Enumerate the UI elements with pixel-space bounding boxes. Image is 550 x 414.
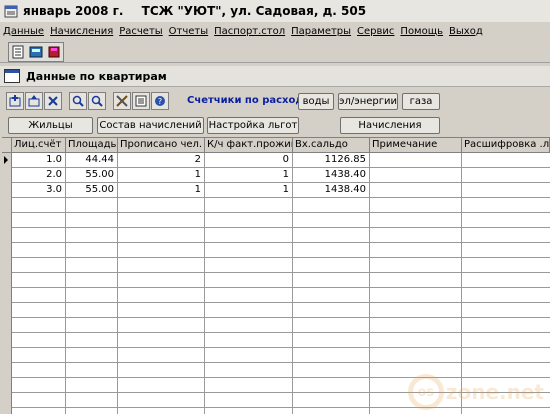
main-toolbar <box>0 40 550 63</box>
cell-registered[interactable]: 1 <box>118 183 204 197</box>
toolbar-button-group <box>8 42 64 62</box>
cell-actual-residents[interactable]: 0 <box>205 153 292 167</box>
table-window-icon <box>4 69 20 83</box>
cell-opening-balance[interactable]: 1438.40 <box>293 168 369 182</box>
gas-counter-button[interactable]: газа <box>402 93 440 110</box>
watermark-text: zone.net <box>445 380 544 404</box>
charges-button[interactable]: Начисления <box>340 117 440 134</box>
electricity-counter-button[interactable]: эл/энергии <box>338 93 398 110</box>
section-title: Данные по квартирам <box>26 69 167 83</box>
menu-passport-desk[interactable]: Паспорт.стол <box>211 26 288 37</box>
menu-reports[interactable]: Отчеты <box>166 26 211 37</box>
cell-area[interactable]: 55.00 <box>66 168 117 182</box>
current-row-arrow-icon <box>4 156 8 164</box>
column-header-benefits-details[interactable]: Расшифровка .ль <box>462 138 550 152</box>
list-icon[interactable] <box>132 92 150 110</box>
grid-header: Лиц.счёт Площадь Прописано чел. К/ч факт… <box>2 138 550 153</box>
menu-charges[interactable]: Начисления <box>47 26 116 37</box>
column-header-actual-residents[interactable]: К/ч факт.прожив <box>205 138 293 152</box>
water-counter-button[interactable]: воды <box>298 93 334 110</box>
title-org: ТСЖ "УЮТ", ул. Садовая, д. 505 <box>141 4 367 18</box>
title-period: январь 2008 г. <box>23 4 124 18</box>
column-header-opening-balance[interactable]: Вх.сальдо <box>293 138 370 152</box>
insert-record-icon[interactable] <box>25 92 43 110</box>
column-header-note[interactable]: Примечание <box>370 138 462 152</box>
charges-composition-button[interactable]: Состав начислений <box>97 117 204 134</box>
search-icon[interactable] <box>69 92 87 110</box>
cell-actual-residents[interactable]: 1 <box>205 168 292 182</box>
menu-bar: Данные Начисления Расчеты Отчеты Паспорт… <box>0 22 550 41</box>
menu-parameters[interactable]: Параметры <box>288 26 354 37</box>
header-indicator <box>2 138 12 152</box>
cell-registered[interactable]: 2 <box>118 153 204 167</box>
menu-help[interactable]: Помощь <box>397 26 446 37</box>
svg-text:?: ? <box>158 97 162 106</box>
menu-service[interactable]: Сервис <box>354 26 397 37</box>
book-icon[interactable] <box>46 44 62 60</box>
cell-registered[interactable]: 1 <box>118 168 204 182</box>
find-next-icon[interactable] <box>88 92 106 110</box>
cell-account[interactable]: 1.0 <box>12 153 65 167</box>
delete-record-icon[interactable] <box>44 92 62 110</box>
cell-actual-residents[interactable]: 1 <box>205 183 292 197</box>
tools-icon[interactable] <box>113 92 131 110</box>
watermark-circle: os <box>407 374 444 410</box>
cell-area[interactable]: 44.44 <box>66 153 117 167</box>
apartments-grid[interactable]: Лиц.счёт Площадь Прописано чел. К/ч факт… <box>2 137 550 414</box>
help-icon[interactable]: ? <box>151 92 169 110</box>
counters-label: Счетчики по расходу <box>187 95 310 106</box>
cell-account[interactable]: 2.0 <box>12 168 65 182</box>
cell-opening-balance[interactable]: 1126.85 <box>293 153 369 167</box>
window-title: январь 2008 г. ТСЖ "УЮТ", ул. Садовая, д… <box>23 4 380 18</box>
calculator-icon[interactable] <box>28 44 44 60</box>
cell-area[interactable]: 55.00 <box>66 183 117 197</box>
cell-account[interactable]: 3.0 <box>12 183 65 197</box>
benefits-setup-button[interactable]: Настройка льгот <box>207 117 299 134</box>
column-header-area[interactable]: Площадь <box>66 138 118 152</box>
menu-data[interactable]: Данные <box>0 26 47 37</box>
residents-button[interactable]: Жильцы <box>8 117 93 134</box>
watermark-logo: os zone.net <box>407 374 544 410</box>
app-icon <box>4 5 18 18</box>
section-header: Данные по квартирам <box>0 66 550 87</box>
grid-toolbar: ? <box>6 91 170 111</box>
notepad-icon[interactable] <box>10 44 26 60</box>
column-header-account[interactable]: Лиц.счёт <box>12 138 66 152</box>
menu-calculations[interactable]: Расчеты <box>116 26 165 37</box>
menu-exit[interactable]: Выход <box>446 26 486 37</box>
row-indicator-column <box>2 153 12 414</box>
column-header-registered[interactable]: Прописано чел. <box>118 138 205 152</box>
title-bar: январь 2008 г. ТСЖ "УЮТ", ул. Садовая, д… <box>0 0 550 23</box>
add-record-icon[interactable] <box>6 92 24 110</box>
cell-opening-balance[interactable]: 1438.40 <box>293 183 369 197</box>
